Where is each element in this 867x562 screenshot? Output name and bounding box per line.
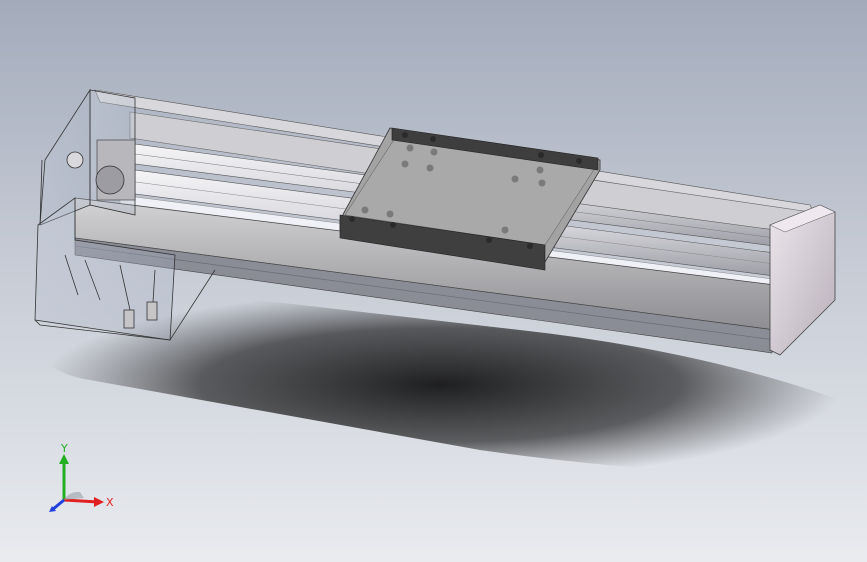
axis-plane-indicator xyxy=(64,491,84,500)
y-axis-label: Y xyxy=(60,442,68,455)
x-axis-label: X xyxy=(106,496,114,509)
y-axis-arrow-icon xyxy=(59,454,69,464)
x-axis-arrow-icon xyxy=(94,497,104,507)
coordinate-triad: Y X xyxy=(49,442,114,512)
linear-module-3d-model[interactable] xyxy=(0,0,867,562)
timing-pulley xyxy=(95,165,125,195)
timing-pulley xyxy=(66,151,84,169)
cad-viewport[interactable]: Y X xyxy=(0,0,867,562)
x-axis-line xyxy=(63,498,99,504)
